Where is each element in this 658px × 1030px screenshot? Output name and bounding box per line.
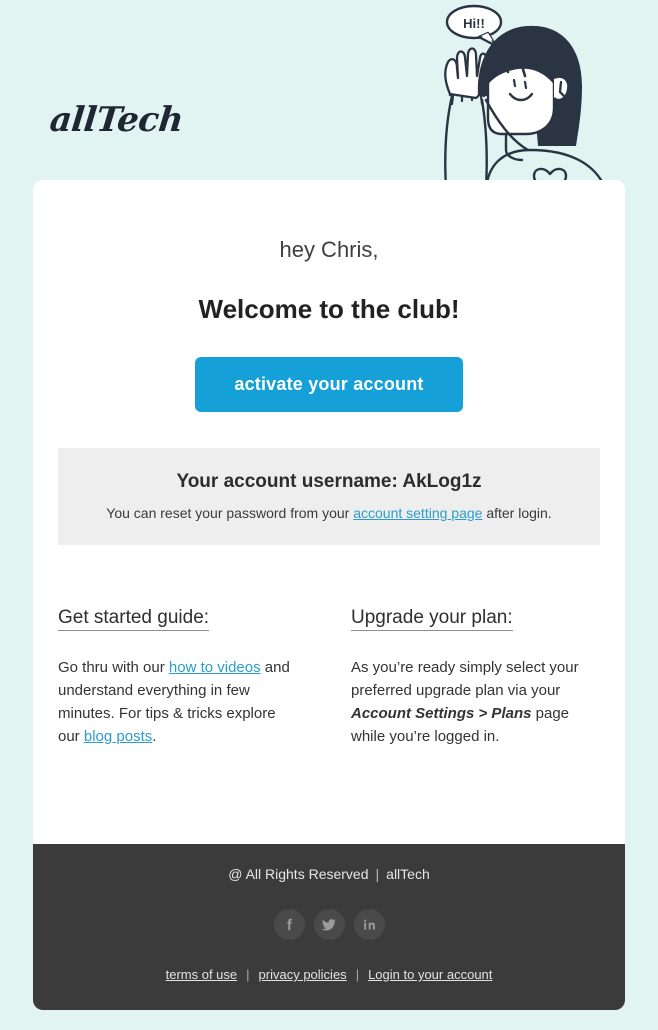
footer-links: terms of use | privacy policies | Login to y… [33,940,625,982]
twitter-icon[interactable] [313,909,345,940]
facebook-icon[interactable] [273,909,305,940]
get-started-text-part3: . [152,728,157,745]
upgrade-plan-text: As you’re ready simply select your prefe… [351,656,600,748]
activate-account-button[interactable]: activate your account [195,357,463,412]
footer-separator-3: | [355,967,360,982]
privacy-policies-link[interactable]: privacy policies [259,967,347,982]
upgrade-plan-column: Upgrade your plan: As you’re ready simpl… [329,607,600,748]
cta-container: activate your account [33,325,625,412]
email-card: hey Chris, Welcome to the club! activate… [33,180,625,1010]
social-links [33,886,625,940]
linkedin-icon[interactable] [353,909,385,940]
get-started-text: Go thru with our how to videos and under… [58,656,299,748]
email-header: allTech Hi!! [0,0,658,180]
body-bottom-spacer [33,748,625,844]
greeting-text: hey Chris, [279,237,379,262]
footer-copyright: @ All Rights Reserved [228,866,369,882]
password-reset-note: You can reset your password from your ac… [68,505,590,521]
get-started-column: Get started guide: Go thru with our how … [58,607,329,748]
account-setting-page-link[interactable]: account setting page [353,505,482,521]
svg-text:Hi!!: Hi!! [463,16,485,31]
email-body: hey Chris, Welcome to the club! activate… [33,180,625,844]
account-username-title: Your account username: AkLog1z [176,471,482,492]
password-reset-note-suffix: after login. [482,505,552,521]
account-settings-plans-emphasis: Account Settings > Plans [351,705,532,722]
terms-of-use-link[interactable]: terms of use [166,967,238,982]
get-started-text-part1: Go thru with our [58,659,169,676]
brand-logo: allTech [47,100,185,140]
waving-woman-illustration: Hi!! [444,4,603,180]
headline-text: Welcome to the club! [198,294,460,324]
upgrade-plan-heading: Upgrade your plan: [351,607,513,631]
email-footer: @ All Rights Reserved | allTech terms of u… [33,844,625,1010]
blog-posts-link[interactable]: blog posts [84,728,152,745]
password-reset-note-prefix: You can reset your password from your [106,505,354,521]
account-username-box: Your account username: AkLog1z You can r… [58,448,600,545]
footer-separator-2: | [246,967,250,982]
upgrade-plan-text-part1: As you’re ready simply select your prefe… [351,659,579,699]
footer-copyright-line: @ All Rights Reserved | allTech [33,866,625,886]
get-started-heading: Get started guide: [58,607,210,631]
footer-separator-1: | [375,866,380,882]
login-to-account-link[interactable]: Login to your account [368,967,492,982]
info-columns: Get started guide: Go thru with our how … [58,545,600,748]
footer-brand: allTech [386,866,430,882]
how-to-videos-link[interactable]: how to videos [169,659,261,676]
